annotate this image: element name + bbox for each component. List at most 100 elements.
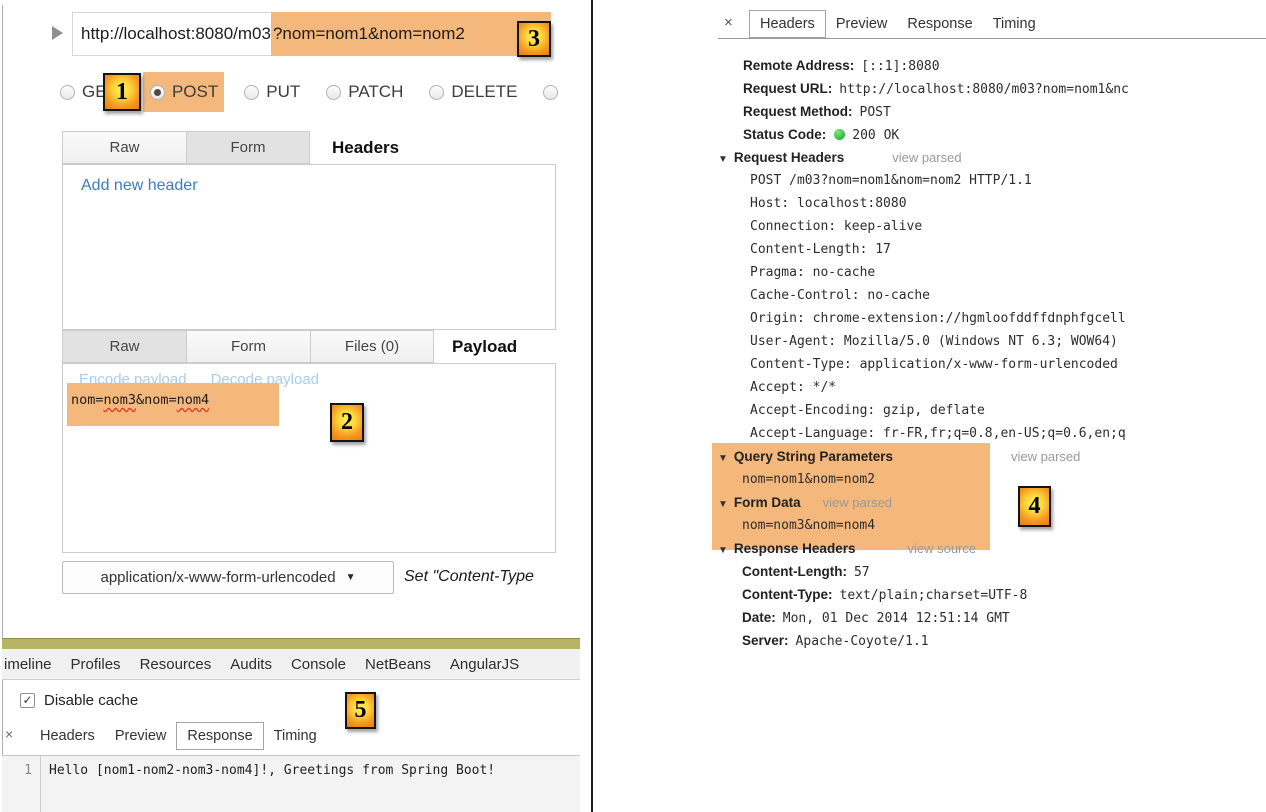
content-type-dropdown[interactable]: application/x-www-form-urlencoded ▼ <box>62 561 394 594</box>
tab-profiles[interactable]: Profiles <box>71 656 121 673</box>
method-label-patch: PATCH <box>348 82 403 102</box>
disable-cache-row[interactable]: ✓ Disable cache <box>20 692 138 709</box>
subtab-preview[interactable]: Preview <box>105 723 177 749</box>
callout-badge-2: 2 <box>330 403 364 442</box>
tabstrip-underline <box>718 38 1266 39</box>
net-tab-headers[interactable]: Headers <box>749 10 826 38</box>
disable-cache-label: Disable cache <box>44 692 138 709</box>
radio-icon-patch[interactable] <box>326 85 341 100</box>
headers-editor-box[interactable]: Add new header <box>62 164 556 330</box>
summary-value: http://localhost:8080/m03?nom=nom1&nc <box>839 82 1129 97</box>
summary-row: Request URL: http://localhost:8080/m03?no… <box>718 77 1266 100</box>
tab-console[interactable]: Console <box>291 656 346 673</box>
payload-text-line[interactable]: nom=nom3&nom=nom4 <box>67 392 279 408</box>
triangle-down-icon[interactable]: ▼ <box>718 453 728 464</box>
window-top-bar <box>2 638 580 649</box>
payload-tabstrip: Raw Form Files (0) <box>62 330 434 363</box>
net-tab-timing[interactable]: Timing <box>983 11 1046 37</box>
net-tab-preview[interactable]: Preview <box>826 11 898 37</box>
summary-value: POST <box>860 105 891 120</box>
chevron-down-icon: ▼ <box>346 572 356 583</box>
summary-label: Request URL: <box>743 81 832 96</box>
summary-row: Request Method: POST <box>718 100 1266 123</box>
tab-angularjs[interactable]: AngularJS <box>450 656 519 673</box>
triangle-down-icon[interactable]: ▼ <box>718 154 728 165</box>
add-new-header-link[interactable]: Add new header <box>81 177 198 195</box>
tab-netbeans[interactable]: NetBeans <box>365 656 431 673</box>
response-body-text: Hello [nom1-nom2-nom3-nom4]!, Greetings … <box>49 763 495 778</box>
tab-audits[interactable]: Audits <box>230 656 272 673</box>
request-header-line: POST /m03?nom=nom1&nom=nom2 HTTP/1.1 <box>750 169 1266 192</box>
section-title: Form Data <box>734 495 801 510</box>
summary-label: Request Method: <box>743 104 853 119</box>
payload-tab-form[interactable]: Form <box>186 330 310 363</box>
payload-part-misspelled: nom4 <box>177 392 210 408</box>
subtab-response[interactable]: Response <box>176 722 263 750</box>
response-header-label: Content-Length: <box>742 564 847 579</box>
radio-icon-get[interactable] <box>60 85 75 100</box>
request-header-line: Content-Type: application/x-www-form-url… <box>750 353 1266 376</box>
url-query-highlight: ?nom=nom1&nom=nom2 <box>271 12 551 56</box>
view-parsed-link[interactable]: view parsed <box>823 495 892 510</box>
tab-resources[interactable]: Resources <box>140 656 212 673</box>
payload-part-misspelled: nom3 <box>104 392 137 408</box>
summary-row-status: Status Code:200 OK <box>718 123 1266 146</box>
triangle-down-icon[interactable]: ▼ <box>718 499 728 510</box>
send-request-icon[interactable] <box>52 26 63 40</box>
subtab-timing[interactable]: Timing <box>264 723 327 749</box>
request-header-line: User-Agent: Mozilla/5.0 (Windows NT 6.3;… <box>750 330 1266 353</box>
summary-row: Remote Address:[::1]:8080 <box>718 54 1266 77</box>
radio-icon-post[interactable] <box>150 85 165 100</box>
method-radio-patch[interactable]: PATCH <box>326 82 403 102</box>
radio-icon-clipped[interactable] <box>543 85 558 100</box>
content-type-value: application/x-www-form-urlencoded <box>101 569 336 586</box>
net-tab-response[interactable]: Response <box>897 11 982 37</box>
tab-timeline-clipped[interactable]: imeline <box>4 656 52 673</box>
request-detail-subtabs: Headers Preview Response Timing <box>30 722 327 750</box>
request-header-line: Accept-Encoding: gzip, deflate <box>750 399 1266 422</box>
response-header-row: Content-Length:57 <box>718 560 1266 583</box>
close-icon[interactable]: × <box>5 726 13 742</box>
method-radio-put[interactable]: PUT <box>244 82 300 102</box>
callout-badge-4: 4 <box>1018 486 1051 527</box>
url-input[interactable]: http://localhost:8080/m03?nom=nom1&nom=n… <box>72 12 540 56</box>
headers-section-title: Headers <box>332 131 399 164</box>
response-header-value: text/plain;charset=UTF-8 <box>840 588 1028 603</box>
response-header-row: Date:Mon, 01 Dec 2014 12:51:14 GMT <box>718 606 1266 629</box>
payload-tab-files[interactable]: Files (0) <box>310 330 434 363</box>
response-body-viewer[interactable]: 1 Hello [nom1-nom2-nom3-nom4]!, Greeting… <box>2 755 580 812</box>
subtab-headers[interactable]: Headers <box>30 723 105 749</box>
radio-icon-delete[interactable] <box>429 85 444 100</box>
view-source-link[interactable]: view source <box>907 541 976 556</box>
request-header-line: Host: localhost:8080 <box>750 192 1266 215</box>
disable-cache-checkbox[interactable]: ✓ <box>20 693 35 708</box>
callout-badge-3: 3 <box>517 21 551 57</box>
method-radio-delete[interactable]: DELETE <box>429 82 517 102</box>
summary-label: Remote Address: <box>743 58 854 73</box>
response-header-value: Apache-Coyote/1.1 <box>796 634 929 649</box>
headers-tab-raw[interactable]: Raw <box>62 131 186 164</box>
payload-editor-box[interactable]: Encode payload Decode payload nom=nom3&n… <box>62 363 556 553</box>
query-string-section-row: ▼Query String Parametersview parsed <box>718 445 1266 468</box>
request-header-line: Origin: chrome-extension://hgmloofddffdn… <box>750 307 1266 330</box>
triangle-down-icon[interactable]: ▼ <box>718 545 728 556</box>
response-header-label: Server: <box>742 633 789 648</box>
headers-tabstrip: Raw Form <box>62 131 310 164</box>
view-parsed-link[interactable]: view parsed <box>892 150 961 165</box>
method-radio-post[interactable]: POST <box>143 72 224 112</box>
status-ok-dot-icon <box>834 129 845 140</box>
headers-tab-form[interactable]: Form <box>186 131 310 164</box>
request-header-line: Cache-Control: no-cache <box>750 284 1266 307</box>
line-number: 1 <box>2 763 32 778</box>
payload-part: nom= <box>71 392 104 408</box>
content-type-hint: Set "Content-Type <box>404 568 534 586</box>
request-header-line: Pragma: no-cache <box>750 261 1266 284</box>
close-icon[interactable]: × <box>724 14 733 31</box>
radio-icon-put[interactable] <box>244 85 259 100</box>
request-header-line: Connection: keep-alive <box>750 215 1266 238</box>
method-radio-clipped[interactable] <box>543 85 558 100</box>
view-parsed-link[interactable]: view parsed <box>1011 449 1080 464</box>
payload-tab-raw[interactable]: Raw <box>62 330 186 363</box>
vertical-divider <box>591 0 593 812</box>
devtools-main-tabstrip: imeline Profiles Resources Audits Consol… <box>2 649 580 680</box>
